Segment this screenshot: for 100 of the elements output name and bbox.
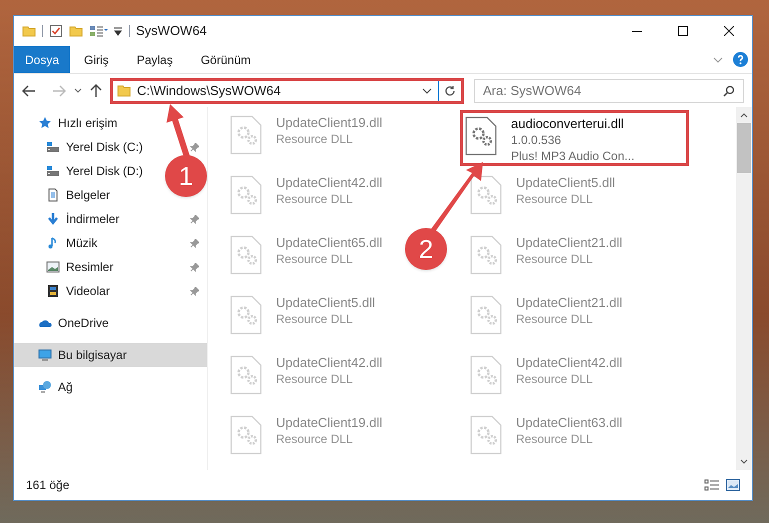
scroll-up-icon[interactable] <box>740 113 748 118</box>
pin-icon[interactable] <box>190 286 199 296</box>
maximize-icon <box>678 26 688 36</box>
minimize-icon <box>632 30 642 32</box>
address-path: C:\Windows\SysWOW64 <box>137 82 282 100</box>
sidebar-label: Videolar <box>66 283 110 300</box>
scrollbar-thumb[interactable] <box>737 123 751 173</box>
pin-icon[interactable] <box>190 262 199 272</box>
file-detail: Resource DLL <box>516 251 594 267</box>
file-name: UpdateClient5.dll <box>276 295 376 311</box>
file-name: UpdateClient42.dll <box>276 175 382 191</box>
close-icon <box>724 26 734 36</box>
file-detail: Resource DLL <box>276 131 354 147</box>
file-detail: Resource DLL <box>276 431 354 447</box>
file-detail: Resource DLL <box>276 251 354 267</box>
file-gear-icon <box>470 235 502 275</box>
view-list-icon[interactable] <box>89 24 109 38</box>
folder-icon <box>117 84 131 97</box>
video-icon <box>46 284 60 298</box>
ribbon-tab[interactable]: Paylaş <box>122 46 187 73</box>
file-name: UpdateClient42.dll <box>516 355 622 371</box>
sidebar-item[interactable]: Ağ <box>30 375 81 399</box>
file-name: UpdateClient21.dll <box>516 235 622 251</box>
file-item[interactable]: audioconverterui.dll 1.0.0.536 Plus! MP3 Audio Con... <box>460 110 689 166</box>
file-name: audioconverterui.dll <box>511 116 625 132</box>
network-icon <box>38 380 52 394</box>
file-name: UpdateClient19.dll <box>276 115 382 131</box>
item-count: 161 öğe <box>26 477 70 494</box>
file-name: UpdateClient19.dll <box>276 415 382 431</box>
search-icon <box>723 84 735 96</box>
file-detail: Plus! MP3 Audio Con... <box>511 148 634 164</box>
sidebar-item[interactable]: Hızlı erişim <box>30 111 126 135</box>
file-gear-icon <box>230 115 262 155</box>
file-name: UpdateClient63.dll <box>516 415 622 431</box>
file-gear-icon <box>465 116 497 156</box>
sidebar-item[interactable]: Belgeler <box>38 183 118 207</box>
file-detail: Resource DLL <box>516 431 594 447</box>
new-folder-icon[interactable] <box>69 24 83 38</box>
computer-icon <box>38 348 52 362</box>
sidebar-item[interactable]: Videolar <box>38 279 118 303</box>
chevron-down-icon[interactable] <box>422 88 432 94</box>
picture-icon <box>46 260 60 274</box>
annotation-arrow <box>431 162 483 232</box>
file-name: UpdateClient42.dll <box>276 355 382 371</box>
file-name: UpdateClient5.dll <box>516 175 616 191</box>
sidebar-label: Bu bilgisayar <box>58 347 127 364</box>
sidebar-label: OneDrive <box>58 315 109 332</box>
sidebar-item[interactable]: Yerel Disk (C:) <box>38 135 151 159</box>
file-detail: Resource DLL <box>276 191 354 207</box>
properties-icon[interactable] <box>49 24 63 38</box>
search-input[interactable]: Ara: SysWOW64 <box>483 80 723 100</box>
refresh-icon[interactable] <box>444 84 456 96</box>
download-icon <box>46 212 60 226</box>
file-gear-icon <box>470 175 502 215</box>
sidebar-item[interactable]: Resimler <box>38 255 122 279</box>
sidebar-item[interactable]: Müzik <box>38 231 106 255</box>
file-detail: 1.0.0.536 <box>511 132 562 148</box>
help-icon[interactable] <box>733 52 748 67</box>
sidebar-label: Hızlı erişim <box>58 115 118 132</box>
file-detail: Resource DLL <box>276 311 354 327</box>
sidebar-item[interactable]: İndirmeler <box>38 207 128 231</box>
sidebar-label: Yerel Disk (D:) <box>66 163 143 180</box>
document-icon <box>46 188 60 202</box>
scrollbar[interactable] <box>736 107 752 470</box>
file-gear-icon <box>230 235 262 275</box>
dropdown-icon[interactable] <box>113 26 123 36</box>
drive-icon <box>46 140 60 154</box>
pin-icon[interactable] <box>190 142 199 152</box>
file-detail: Resource DLL <box>276 371 354 387</box>
ribbon-tab[interactable]: Giriş <box>70 46 123 73</box>
file-gear-icon <box>230 295 262 335</box>
sidebar-label: Yerel Disk (C:) <box>66 139 143 156</box>
file-detail: Resource DLL <box>516 311 594 327</box>
file-name: UpdateClient21.dll <box>516 295 622 311</box>
file-detail: Resource DLL <box>516 191 594 207</box>
back-arrow-icon[interactable] <box>22 84 36 96</box>
sidebar-item[interactable]: Yerel Disk (D:) <box>38 159 151 183</box>
ribbon-tab[interactable]: Dosya <box>14 46 70 73</box>
window-title: SysWOW64 <box>136 22 207 40</box>
file-gear-icon <box>230 415 262 455</box>
sidebar-label: Ağ <box>58 379 73 396</box>
ribbon-tab[interactable]: Görünüm <box>186 46 265 73</box>
drive-icon <box>46 164 60 178</box>
file-gear-icon <box>230 175 262 215</box>
pin-icon[interactable] <box>190 238 199 248</box>
scroll-down-icon[interactable] <box>740 459 748 464</box>
sidebar-label: Belgeler <box>66 187 110 204</box>
sidebar-label: İndirmeler <box>66 211 120 228</box>
sidebar-item[interactable]: OneDrive <box>30 311 117 335</box>
address-bar[interactable]: C:\Windows\SysWOW64 <box>110 78 464 104</box>
large-icons-view-icon[interactable] <box>726 479 740 491</box>
folder-icon[interactable] <box>22 24 36 38</box>
star-icon <box>38 116 52 130</box>
file-gear-icon <box>470 355 502 395</box>
search-field[interactable]: Ara: SysWOW64 <box>474 78 744 102</box>
pin-icon[interactable] <box>190 214 199 224</box>
chevron-down-icon[interactable] <box>74 88 82 93</box>
file-gear-icon <box>230 355 262 395</box>
up-arrow-icon[interactable] <box>90 84 102 98</box>
details-view-icon[interactable] <box>704 479 720 491</box>
